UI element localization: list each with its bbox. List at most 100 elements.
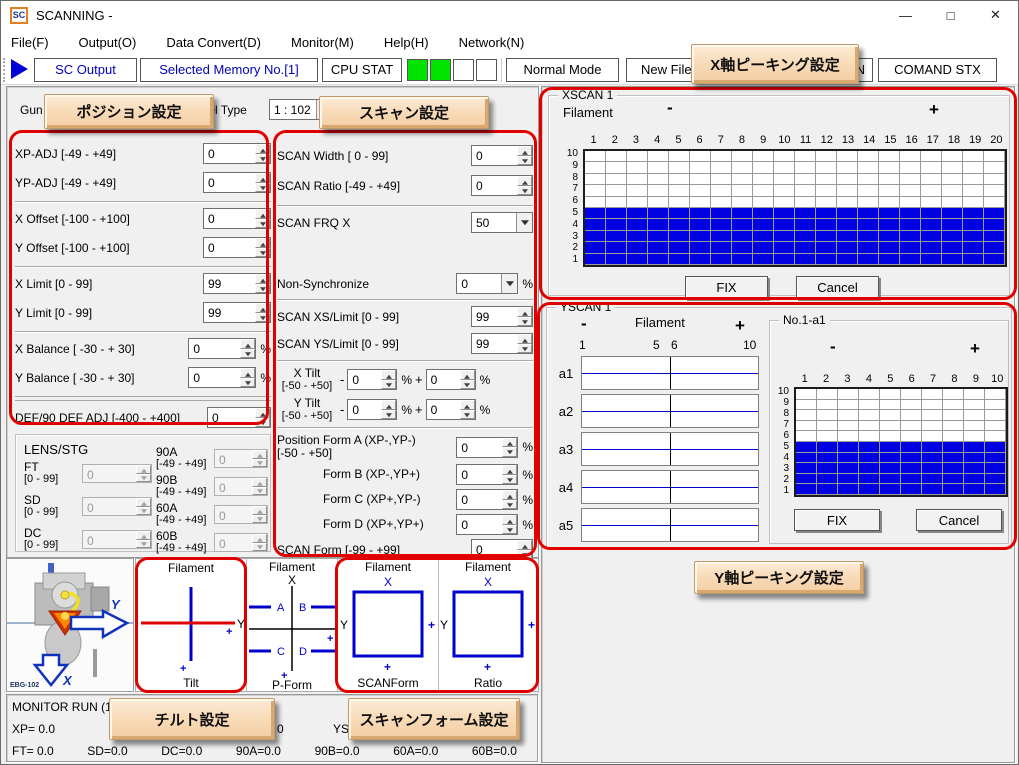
spin-down-icon[interactable] <box>381 380 396 390</box>
grid-cell[interactable] <box>922 442 943 453</box>
grid-cell[interactable] <box>942 197 963 208</box>
grid-cell[interactable] <box>627 254 648 265</box>
grid-cell[interactable] <box>627 242 648 253</box>
grid-cell[interactable] <box>648 219 669 230</box>
grid-cell[interactable] <box>627 219 648 230</box>
grid-cell[interactable] <box>963 174 984 185</box>
spin-up-icon[interactable] <box>517 146 532 156</box>
grid-cell[interactable] <box>669 185 690 196</box>
grid-cell[interactable] <box>817 453 838 464</box>
spinner-buttons[interactable] <box>517 540 532 559</box>
spinner[interactable]: 0 <box>347 399 397 420</box>
spin-down-icon[interactable] <box>460 380 475 390</box>
grid-cell[interactable] <box>753 231 774 242</box>
yscan-strip[interactable] <box>581 432 759 466</box>
grid-cell[interactable] <box>795 151 816 162</box>
spin-up-icon[interactable] <box>517 307 532 317</box>
grid-cell[interactable] <box>606 174 627 185</box>
grid-cell[interactable] <box>880 474 901 485</box>
grid-cell[interactable] <box>774 197 795 208</box>
grid-cell[interactable] <box>796 484 817 495</box>
grid-cell[interactable] <box>922 453 943 464</box>
grid-cell[interactable] <box>711 219 732 230</box>
grid-cell[interactable] <box>901 442 922 453</box>
grid-cell[interactable] <box>964 400 985 411</box>
grid-cell[interactable] <box>817 463 838 474</box>
grid-cell[interactable] <box>753 219 774 230</box>
grid-cell[interactable] <box>942 254 963 265</box>
spinner[interactable]: 0 <box>471 145 533 166</box>
spin-down-icon[interactable] <box>517 317 532 327</box>
yscan-strip[interactable] <box>581 356 759 390</box>
grid-cell[interactable] <box>922 389 943 400</box>
grid-cell[interactable] <box>880 431 901 442</box>
grid-cell[interactable] <box>859 463 880 474</box>
spin-down-icon[interactable] <box>255 154 270 164</box>
grid-cell[interactable] <box>984 174 1005 185</box>
spinner[interactable]: 0 <box>456 464 518 485</box>
grid-cell[interactable] <box>838 463 859 474</box>
grid-cell[interactable] <box>943 453 964 464</box>
grid-cell[interactable] <box>859 484 880 495</box>
grid-cell[interactable] <box>964 410 985 421</box>
grid-cell[interactable] <box>774 162 795 173</box>
grid-cell[interactable] <box>858 219 879 230</box>
grid-cell[interactable] <box>879 254 900 265</box>
grid-cell[interactable] <box>817 389 838 400</box>
spin-up-icon[interactable] <box>240 368 255 378</box>
grid-cell[interactable] <box>838 453 859 464</box>
grid-cell[interactable] <box>984 231 1005 242</box>
grid-cell[interactable] <box>732 242 753 253</box>
grid-cell[interactable] <box>816 231 837 242</box>
grid-cell[interactable] <box>964 389 985 400</box>
grid-cell[interactable] <box>606 151 627 162</box>
grid-cell[interactable] <box>774 151 795 162</box>
spin-up-icon[interactable] <box>240 339 255 349</box>
grid-cell[interactable] <box>669 174 690 185</box>
grid-cell[interactable] <box>669 219 690 230</box>
grid-cell[interactable] <box>943 442 964 453</box>
grid-cell[interactable] <box>774 174 795 185</box>
grid-cell[interactable] <box>795 174 816 185</box>
grid-cell[interactable] <box>796 410 817 421</box>
grid-cell[interactable] <box>838 389 859 400</box>
grid-cell[interactable] <box>690 185 711 196</box>
grid-cell[interactable] <box>900 197 921 208</box>
spinner-buttons[interactable] <box>255 144 270 163</box>
spinner[interactable]: 0 <box>203 172 271 193</box>
grid-cell[interactable] <box>837 231 858 242</box>
grid-cell[interactable] <box>796 421 817 432</box>
grid-cell[interactable] <box>964 442 985 453</box>
grid-cell[interactable] <box>879 174 900 185</box>
combo-box[interactable]: 50 <box>471 212 533 233</box>
grid-cell[interactable] <box>984 151 1005 162</box>
grid-cell[interactable] <box>879 197 900 208</box>
grid-cell[interactable] <box>879 185 900 196</box>
grid-cell[interactable] <box>963 151 984 162</box>
grid-cell[interactable] <box>690 208 711 219</box>
spinner-buttons[interactable] <box>502 490 517 509</box>
grid-cell[interactable] <box>963 185 984 196</box>
grid-cell[interactable] <box>921 174 942 185</box>
spinner-buttons[interactable] <box>240 368 255 387</box>
grid-cell[interactable] <box>585 231 606 242</box>
spinner-buttons[interactable] <box>381 370 396 389</box>
grid-cell[interactable] <box>606 219 627 230</box>
grid-cell[interactable] <box>963 242 984 253</box>
grid-cell[interactable] <box>817 410 838 421</box>
menu-item-outputo[interactable]: Output(O) <box>79 35 137 50</box>
scan-settings-button[interactable]: スキャン設定 <box>319 96 489 129</box>
spinner-buttons[interactable] <box>502 465 517 484</box>
grid-cell[interactable] <box>985 389 1006 400</box>
grid-cell[interactable] <box>901 389 922 400</box>
spin-up-icon[interactable] <box>381 400 396 410</box>
grid-cell[interactable] <box>817 431 838 442</box>
grid-cell[interactable] <box>627 208 648 219</box>
grid-cell[interactable] <box>837 162 858 173</box>
spin-down-icon[interactable] <box>240 378 255 388</box>
spin-up-icon[interactable] <box>460 370 475 380</box>
spin-up-icon[interactable] <box>517 176 532 186</box>
grid-cell[interactable] <box>669 242 690 253</box>
grid-cell[interactable] <box>880 389 901 400</box>
spin-down-icon[interactable] <box>255 418 270 428</box>
